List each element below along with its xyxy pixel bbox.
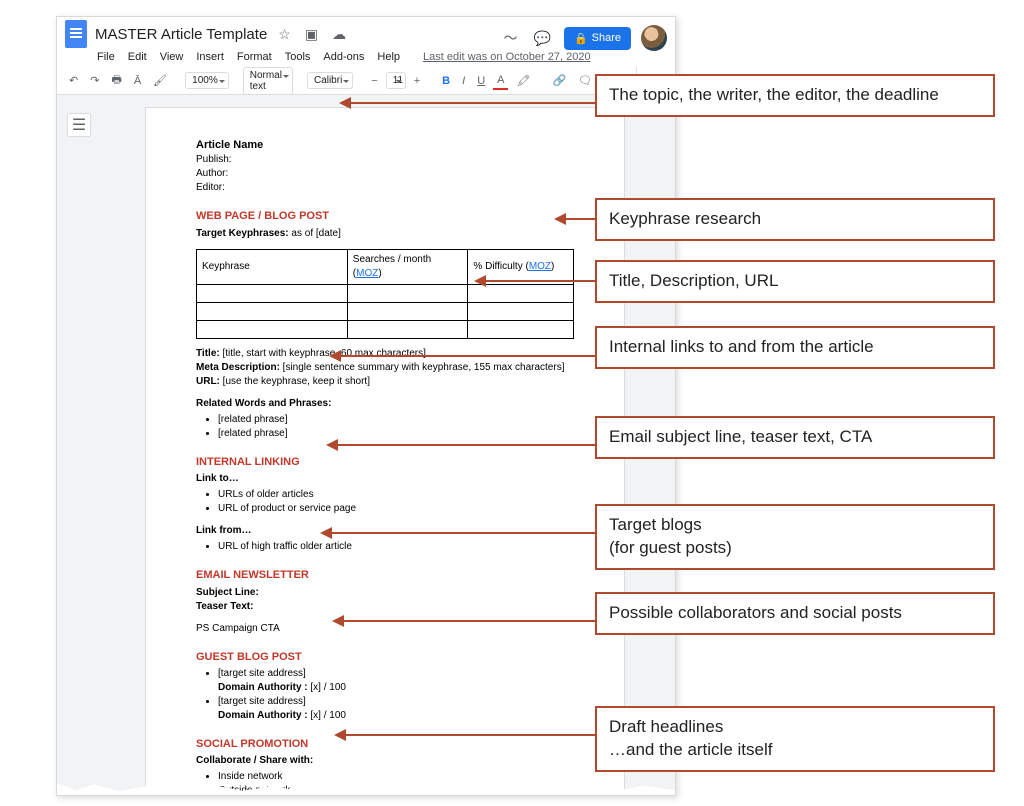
move-icon[interactable]: ▣ (302, 26, 321, 43)
document-page[interactable]: Article Name Publish: Author: Editor: WE… (145, 107, 625, 795)
arrow-icon (338, 620, 595, 622)
avatar[interactable] (641, 25, 667, 51)
callout-guest: Target blogs (for guest posts) (595, 504, 995, 570)
highlight-icon[interactable]: 🖍 (512, 72, 534, 89)
publish-field: Publish: (196, 153, 574, 167)
list-item: [related phrase] (218, 427, 574, 441)
font-decrease[interactable]: − (367, 73, 381, 89)
author-field: Author: (196, 167, 574, 181)
teaser-text: Teaser Text: (196, 600, 574, 614)
outline-toggle-icon[interactable]: ☰ (67, 113, 91, 137)
list-item: [related phrase] (218, 413, 574, 427)
underline-button[interactable]: U (473, 73, 489, 89)
list-item: URL of product or service page (218, 502, 574, 516)
callout-headlines: Draft headlines …and the article itself (595, 706, 995, 772)
bold-button[interactable]: B (438, 73, 454, 89)
header-actions: 〜 💬 🔒 Share (501, 25, 668, 51)
menu-addons[interactable]: Add-ons (323, 51, 364, 63)
style-select[interactable]: Normal text (243, 67, 293, 95)
list-item: Inside network (218, 770, 574, 784)
share-label: Share (592, 32, 621, 44)
callout-internal: Internal links to and from the article (595, 326, 995, 369)
document-title[interactable]: MASTER Article Template (95, 26, 267, 43)
list-item: [target site address]Domain Authority : … (218, 667, 574, 695)
section-social: SOCIAL PROMOTION (196, 737, 574, 752)
font-increase[interactable]: + (410, 73, 424, 89)
arrow-icon (560, 218, 595, 220)
font-size[interactable]: 11 (386, 72, 406, 89)
meta-line: Meta Description: [single sentence summa… (196, 361, 574, 375)
menu-help[interactable]: Help (377, 51, 400, 63)
list-item: URL of high traffic older article (218, 540, 574, 554)
editor-field: Editor: (196, 181, 574, 195)
share-button[interactable]: 🔒 Share (564, 27, 631, 50)
title-line: Title: [title, start with keyphrase, 60 … (196, 347, 574, 361)
lock-icon: 🔒 (574, 32, 588, 45)
related-heading: Related Words and Phrases: (196, 397, 574, 411)
list-item: URLs of older articles (218, 488, 574, 502)
arrow-icon (326, 532, 595, 534)
text-color-button[interactable]: A (493, 72, 508, 90)
callout-meta: The topic, the writer, the editor, the d… (595, 74, 995, 117)
subject-line: Subject Line: (196, 586, 574, 600)
menu-edit[interactable]: Edit (128, 51, 147, 63)
redo-icon[interactable]: ↷ (86, 72, 103, 89)
arrow-icon (335, 355, 595, 357)
list-item: [target site address]Domain Authority : … (218, 695, 574, 723)
insert-comment-icon[interactable]: 🗨 (574, 72, 596, 89)
table-row (197, 302, 574, 320)
section-web: WEB PAGE / BLOG POST (196, 209, 574, 224)
print-icon[interactable]: 🖶 (107, 69, 125, 92)
menu-format[interactable]: Format (237, 51, 272, 63)
star-icon[interactable]: ☆ (275, 26, 294, 43)
target-keyphrases: Target Keyphrases: as of [date] (196, 227, 574, 241)
menu-insert[interactable]: Insert (196, 51, 224, 63)
menu-file[interactable]: File (97, 51, 115, 63)
section-guest: GUEST BLOG POST (196, 650, 574, 665)
toolbar: ↶ ↷ 🖶 Ā 🖌 100% Normal text Calibri − 11 … (57, 67, 675, 95)
google-docs-window: MASTER Article Template ☆ ▣ ☁ File Edit … (56, 16, 676, 796)
spellcheck-icon[interactable]: Ā (130, 73, 145, 89)
callout-social: Possible collaborators and social posts (595, 592, 995, 635)
table-row (197, 320, 574, 338)
insert-link-icon[interactable]: 🔗 (548, 72, 570, 89)
undo-icon[interactable]: ↶ (65, 72, 82, 89)
arrow-icon (340, 734, 595, 736)
callout-email: Email subject line, teaser text, CTA (595, 416, 995, 459)
docs-logo-icon[interactable] (65, 20, 87, 48)
collab-heading: Collaborate / Share with: (196, 754, 574, 768)
menu-tools[interactable]: Tools (285, 51, 311, 63)
italic-button[interactable]: I (458, 73, 469, 89)
activity-icon[interactable]: 〜 (501, 28, 521, 48)
ps-cta: PS Campaign CTA (196, 622, 574, 636)
zoom-select[interactable]: 100% (185, 72, 229, 89)
menu-view[interactable]: View (160, 51, 184, 63)
table-row (197, 284, 574, 302)
font-select[interactable]: Calibri (307, 72, 353, 89)
cloud-icon[interactable]: ☁ (329, 26, 349, 43)
arrow-icon (332, 444, 595, 446)
link-to-heading: Link to… (196, 472, 574, 486)
callout-title: Title, Description, URL (595, 260, 995, 303)
comments-icon[interactable]: 💬 (531, 30, 554, 47)
arrow-icon (480, 280, 595, 282)
section-email: EMAIL NEWSLETTER (196, 568, 574, 583)
article-name-heading: Article Name (196, 138, 574, 153)
keyphrase-table: Keyphrase Searches / month (MOZ) % Diffi… (196, 249, 574, 339)
paint-format-icon[interactable]: 🖌 (149, 72, 171, 89)
callout-keyphrase: Keyphrase research (595, 198, 995, 241)
arrow-icon (345, 102, 595, 104)
url-line: URL: [use the keyphrase, keep it short] (196, 375, 574, 389)
last-edit-info[interactable]: Last edit was on October 27, 2020 (423, 51, 591, 63)
section-internal: INTERNAL LINKING (196, 455, 574, 470)
